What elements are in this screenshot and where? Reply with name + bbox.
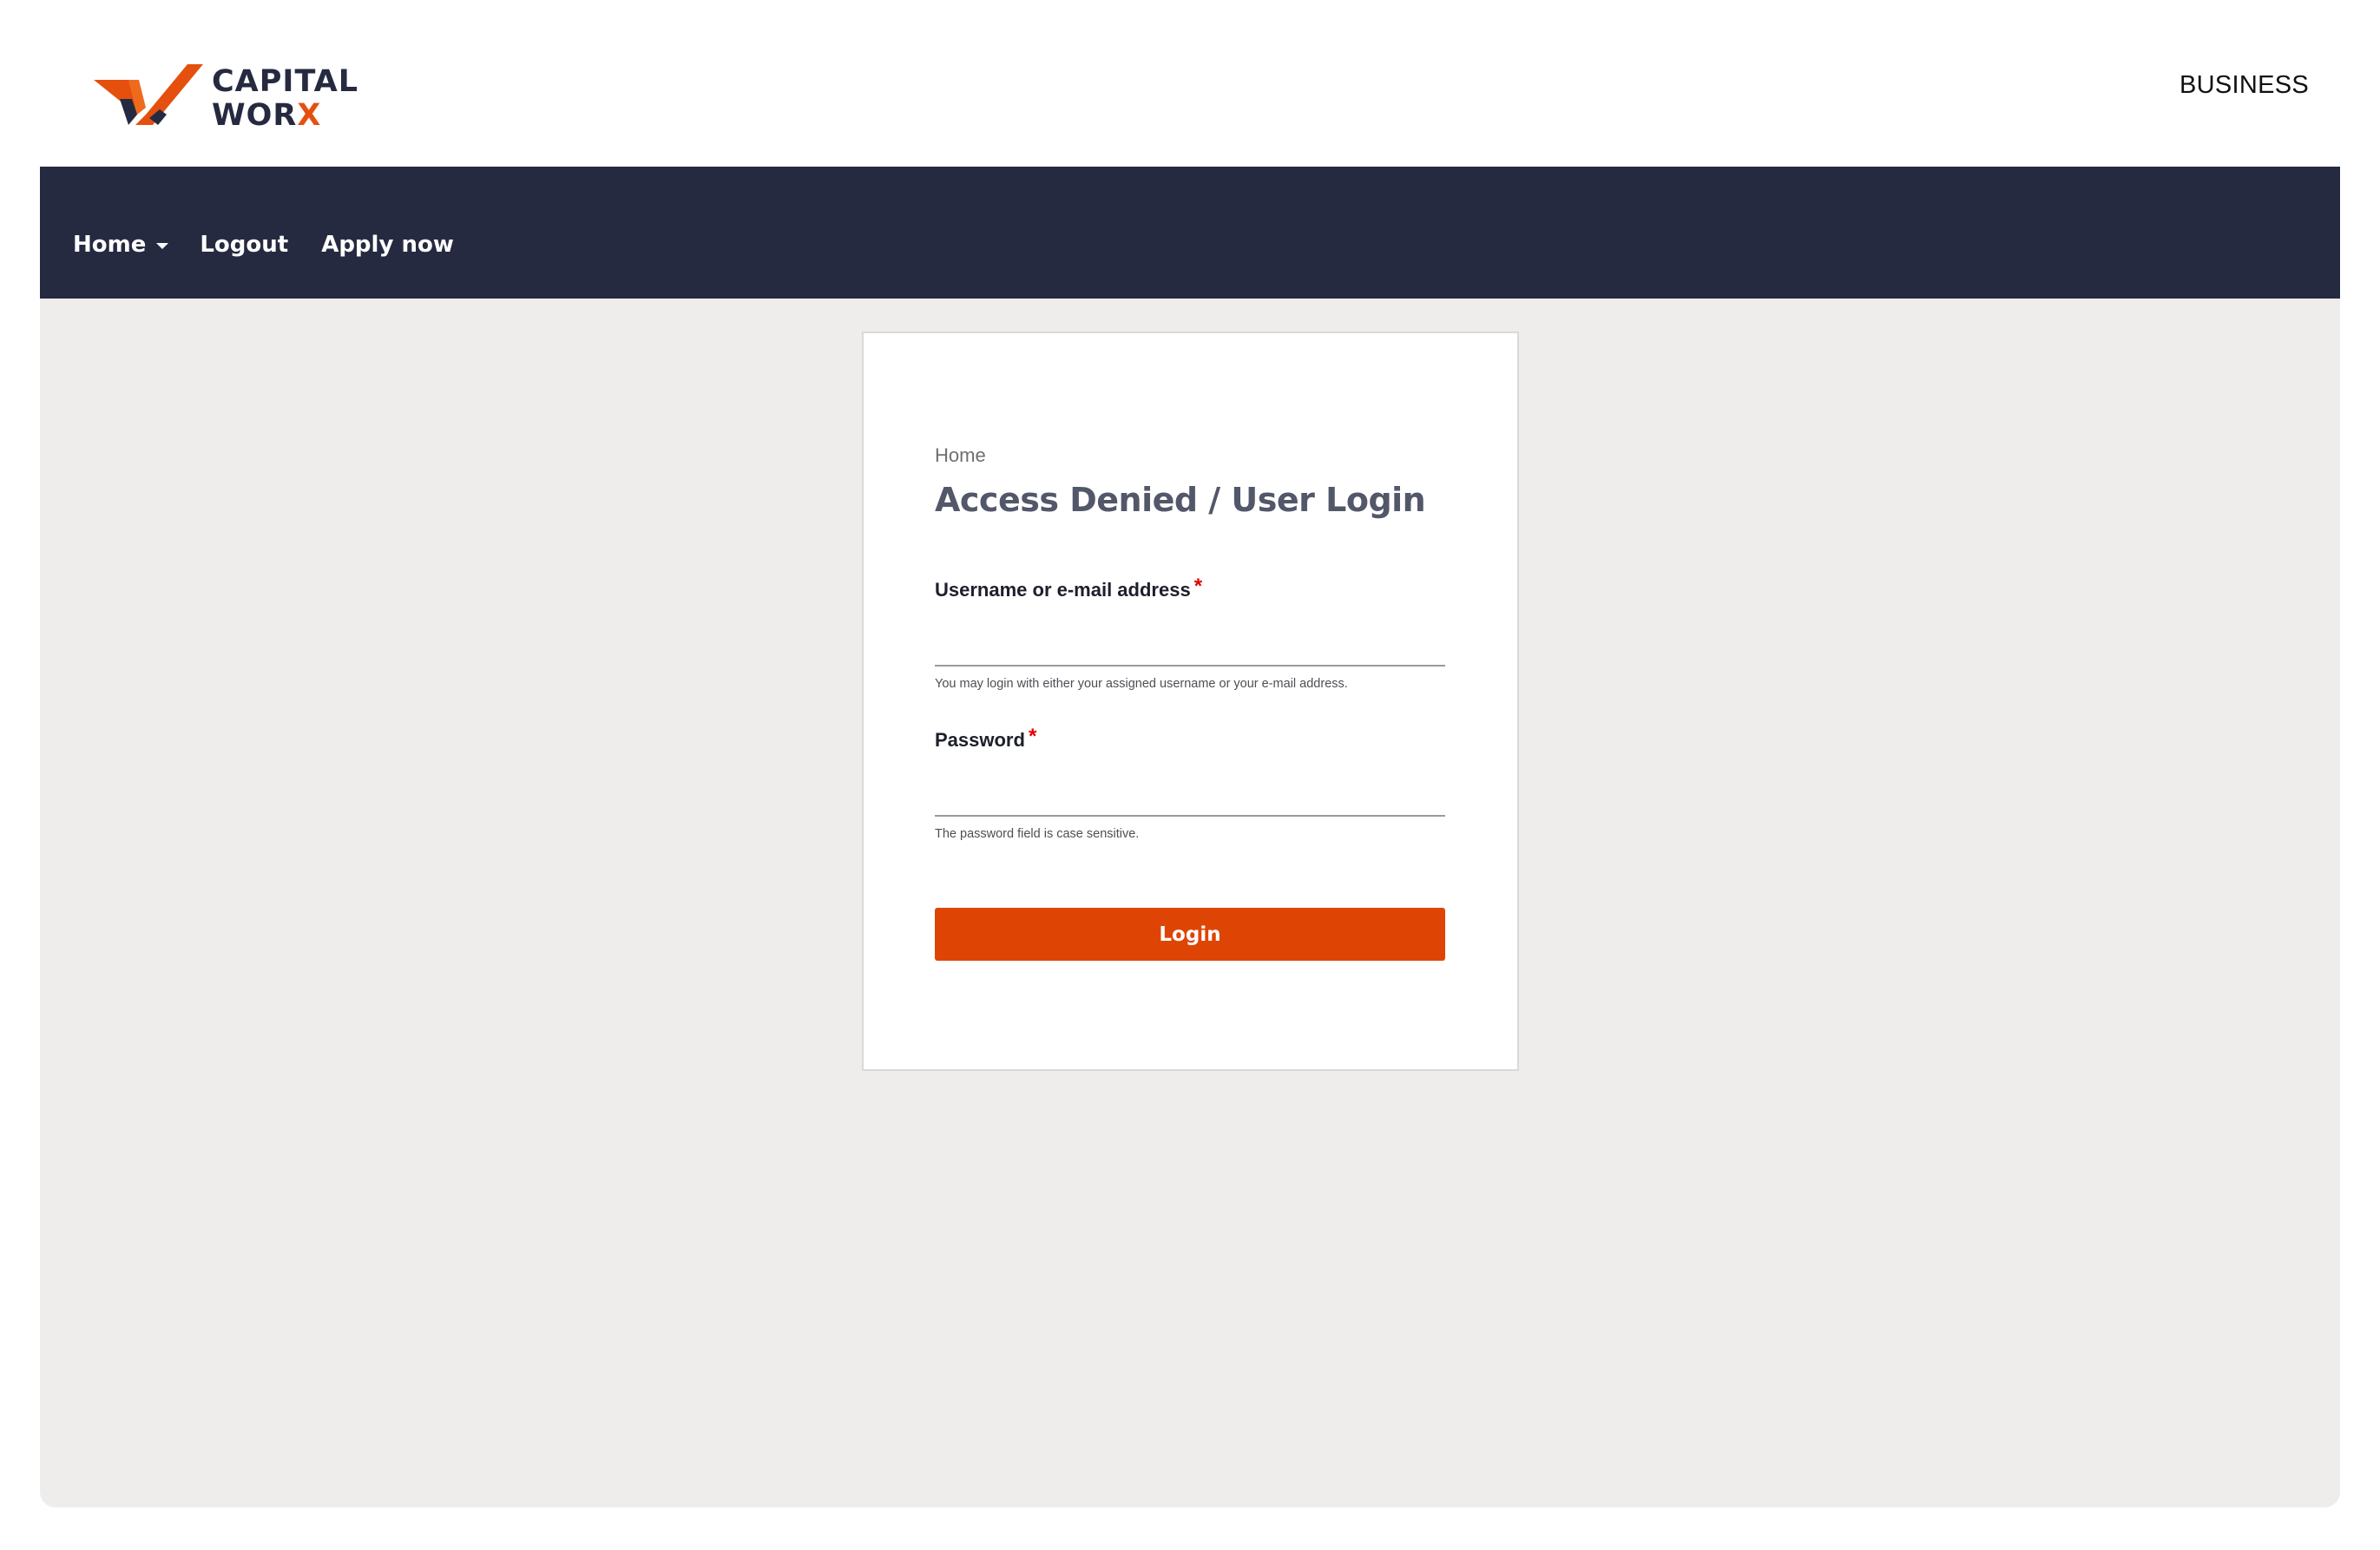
caret-down-icon [156, 242, 169, 249]
nav-item-home[interactable]: Home [73, 232, 169, 258]
nav-item-home-label: Home [73, 232, 147, 258]
logo-line-2: WORX [212, 98, 322, 133]
nav-list: Home Logout Apply now [73, 232, 487, 258]
site-logo[interactable]: CAPITAL WORX [94, 64, 358, 134]
password-input[interactable] [935, 766, 1445, 817]
login-card: Home Access Denied / User Login Username… [862, 332, 1519, 1071]
username-label: Username or e-mail address * [935, 575, 1203, 602]
page: CAPITAL WORX BUSINESS Home Logout Apply … [0, 0, 2380, 1550]
site-header: CAPITAL WORX BUSINESS [0, 0, 2380, 167]
password-label-text: Password [935, 729, 1025, 751]
nav-item-apply-now[interactable]: Apply now [321, 232, 454, 258]
logo-wordmark: CAPITAL WORX [212, 65, 358, 133]
page-title: Access Denied / User Login [935, 481, 1426, 519]
main-content: Home Access Denied / User Login Username… [40, 299, 2340, 1507]
username-input[interactable] [935, 616, 1445, 667]
login-button[interactable]: Login [935, 908, 1445, 961]
required-marker: * [1193, 575, 1203, 598]
nav-item-logout[interactable]: Logout [200, 232, 288, 258]
username-label-text: Username or e-mail address [935, 579, 1191, 601]
username-help-text: You may login with either your assigned … [935, 677, 1348, 691]
password-label: Password * [935, 725, 1037, 752]
main-nav: Home Logout Apply now [40, 167, 2340, 299]
checkmark-logo-icon [94, 64, 203, 125]
logo-line-1: CAPITAL [212, 64, 358, 99]
logo-accent-letter: X [297, 98, 322, 133]
breadcrumb-home[interactable]: Home [935, 444, 986, 467]
business-link[interactable]: BUSINESS [2179, 71, 2309, 100]
password-help-text: The password field is case sensitive. [935, 827, 1140, 841]
required-marker: * [1028, 725, 1037, 748]
